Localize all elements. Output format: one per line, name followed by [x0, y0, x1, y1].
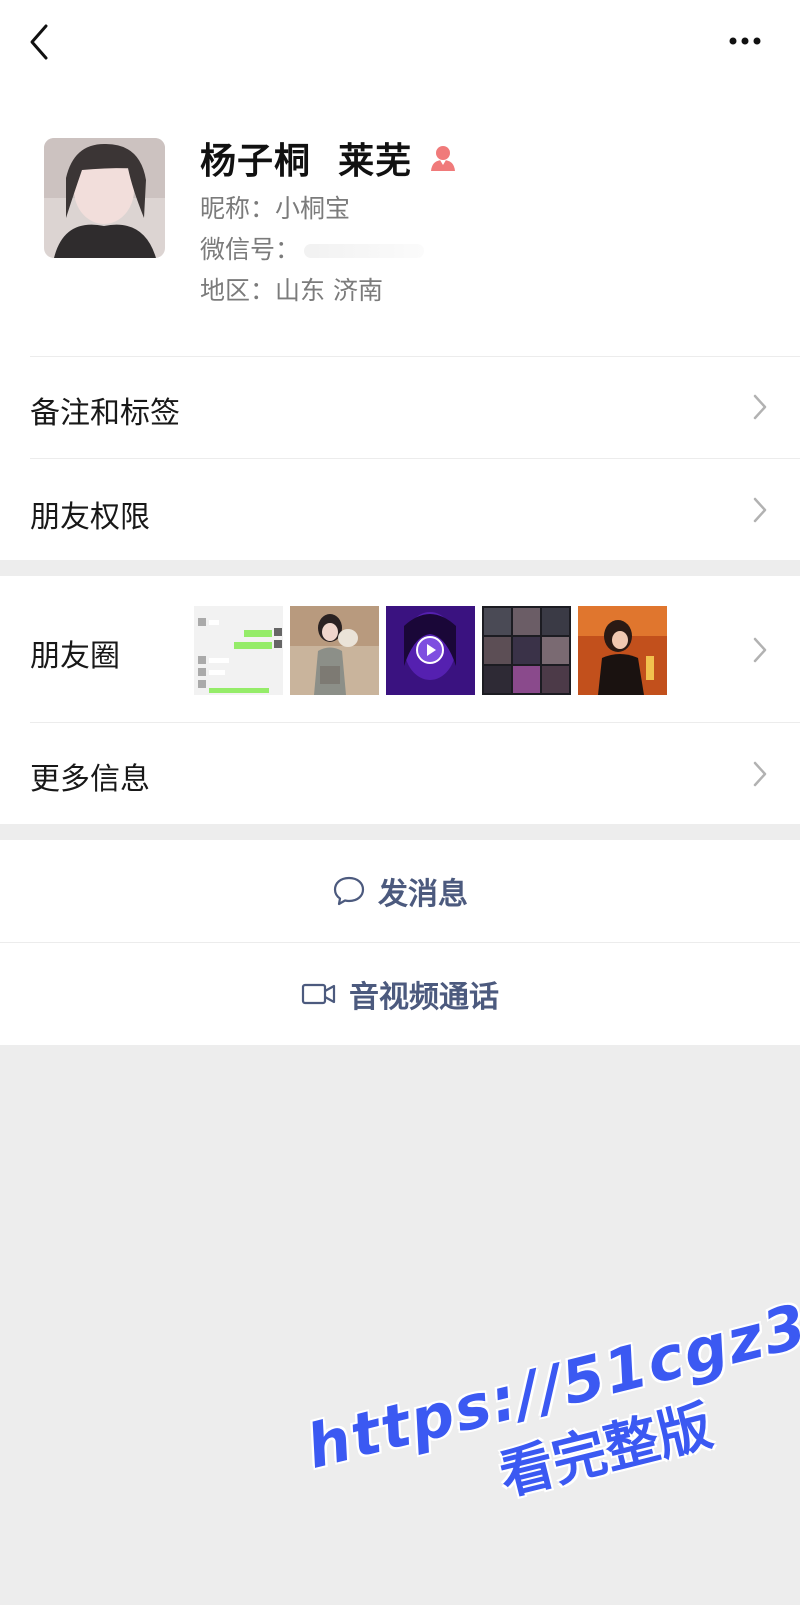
more-options-button[interactable]	[724, 24, 774, 64]
more-info-row[interactable]: 更多信息	[0, 722, 800, 824]
row-divider	[0, 942, 800, 943]
name-row: 杨子桐 莱芜	[200, 132, 458, 184]
female-user-icon	[428, 143, 458, 173]
video-call-label: 音视频通话	[349, 980, 499, 1015]
ellipsis-icon	[729, 37, 761, 45]
watermark-url: https://51cgz3.com	[300, 1249, 800, 1483]
contact-name: 杨子桐 莱芜	[200, 141, 413, 182]
moments-label: 朋友圈	[30, 639, 120, 674]
send-message-label: 发消息	[378, 877, 468, 912]
moments-thumbnail[interactable]	[578, 606, 667, 695]
chevron-right-icon	[753, 761, 767, 787]
video-call-button[interactable]: 音视频通话	[0, 942, 800, 1045]
wechat-id: 微信号：	[200, 230, 425, 266]
moments-thumbnail[interactable]	[194, 606, 283, 695]
moments-row[interactable]: 朋友圈	[0, 576, 800, 722]
chevron-right-icon	[753, 637, 767, 663]
remarks-tags-row[interactable]: 备注和标签	[0, 356, 800, 458]
region: 地区：山东 济南	[200, 276, 383, 305]
chevron-left-icon	[30, 24, 48, 60]
watermark-caption: 看完整版	[493, 1393, 719, 1508]
watermark: https://51cgz3.com 看完整版	[300, 1250, 800, 1554]
row-divider	[30, 722, 800, 723]
nickname: 昵称：小桐宝	[200, 194, 351, 223]
back-button[interactable]	[22, 18, 62, 68]
play-icon	[416, 636, 444, 664]
send-message-button[interactable]: 发消息	[0, 840, 800, 942]
avatar[interactable]	[44, 138, 165, 258]
chevron-right-icon	[753, 394, 767, 420]
wechat-id-redaction	[304, 244, 425, 258]
remarks-tags-label: 备注和标签	[30, 396, 180, 431]
friend-permissions-row[interactable]: 朋友权限	[0, 458, 800, 560]
row-divider	[30, 356, 800, 357]
friend-permissions-label: 朋友权限	[30, 500, 150, 535]
row-divider	[30, 458, 800, 459]
chat-bubble-icon	[333, 876, 365, 906]
chevron-right-icon	[753, 497, 767, 523]
moments-thumbnails	[194, 606, 667, 695]
moments-video-thumbnail[interactable]	[386, 606, 475, 695]
moments-thumbnail[interactable]	[290, 606, 379, 695]
profile-header: 杨子桐 莱芜 昵称：小桐宝 微信号： 地区：山东 济南	[0, 100, 800, 366]
more-info-label: 更多信息	[30, 762, 150, 797]
top-navigation-bar	[0, 0, 800, 100]
video-camera-icon	[301, 983, 336, 1005]
wechat-id-label: 微信号：	[200, 235, 301, 264]
moments-thumbnail[interactable]	[482, 606, 571, 695]
